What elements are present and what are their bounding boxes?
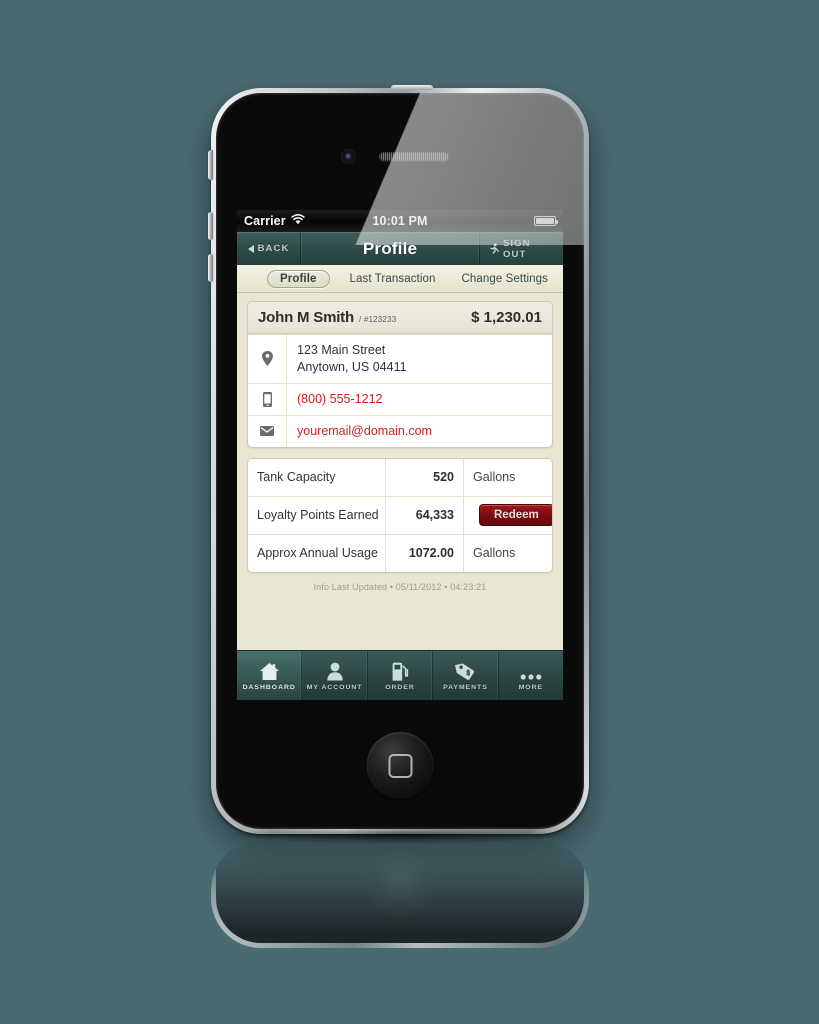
battery-icon: [534, 216, 558, 226]
stat-value: 64,333: [386, 496, 464, 534]
phone-device: Carrier 10:01 PM BACK Profile SIGN OUT P…: [208, 85, 589, 834]
home-square-icon: [388, 753, 412, 778]
bottom-tab-label: DASHBOARD: [242, 684, 296, 691]
profile-content: John M Smith / #123233 $ 1,230.01 123 Ma…: [237, 293, 563, 651]
stat-label: Tank Capacity: [248, 458, 386, 496]
person-icon: [326, 660, 344, 681]
svg-text:$: $: [467, 671, 472, 678]
phone-glass: Carrier 10:01 PM BACK Profile SIGN OUT P…: [216, 93, 584, 829]
tab-change-settings[interactable]: Change Settings: [455, 271, 554, 287]
table-row: Loyalty Points Earned 64,333 Redeem: [248, 495, 552, 534]
phone-row[interactable]: (800) 555-1212: [248, 382, 552, 415]
map-pin-icon: [248, 335, 287, 383]
mobile-phone-icon: [248, 383, 287, 415]
running-man-icon: [489, 242, 499, 255]
sign-out-label: SIGN OUT: [503, 237, 531, 260]
home-button[interactable]: [366, 732, 434, 799]
navigation-bar: BACK Profile SIGN OUT: [237, 232, 563, 265]
address-row: 123 Main Street Anytown, US 04411: [248, 334, 552, 383]
bottom-tab-my-account[interactable]: MY ACCOUNT: [302, 651, 368, 700]
bottom-tab-dashboard[interactable]: DASHBOARD: [237, 651, 303, 700]
stat-label: Loyalty Points Earned: [248, 496, 386, 534]
front-camera-icon: [342, 150, 355, 163]
status-bar: Carrier 10:01 PM: [237, 210, 563, 232]
volume-down-button[interactable]: [208, 254, 213, 282]
customer-card: John M Smith / #123233 $ 1,230.01 123 Ma…: [247, 301, 553, 448]
address-line-2: Anytown, US 04411: [297, 359, 407, 374]
earpiece-speaker-icon: [379, 152, 449, 161]
page-background: Carrier 10:01 PM BACK Profile SIGN OUT P…: [0, 0, 819, 1024]
volume-up-button[interactable]: [208, 212, 213, 240]
stat-unit: Gallons: [473, 470, 516, 484]
email-row[interactable]: youremail@domain.com: [248, 414, 552, 447]
customer-name: John M Smith: [258, 309, 354, 326]
sign-out-button[interactable]: SIGN OUT: [479, 232, 563, 265]
device-reflection: [211, 840, 589, 948]
customer-header: John M Smith / #123233 $ 1,230.01: [248, 302, 552, 334]
envelope-icon: [248, 415, 287, 447]
stats-card: Tank Capacity 520 Gallons Loyalty Points…: [247, 457, 553, 573]
phone-screen: Carrier 10:01 PM BACK Profile SIGN OUT P…: [237, 210, 563, 700]
tab-profile[interactable]: Profile: [267, 269, 330, 288]
carrier-label: Carrier: [244, 214, 286, 228]
customer-id: / #123233: [359, 315, 396, 324]
home-icon: [259, 660, 280, 681]
section-tab-bar: Profile Last Transaction Change Settings: [237, 265, 563, 293]
customer-id-value: #123233: [363, 315, 397, 324]
stat-value: 520: [386, 458, 464, 496]
last-updated-label: Info Last Updated • 05/11/2012 • 04:23:2…: [313, 581, 487, 592]
bottom-tab-label: MY ACCOUNT: [306, 684, 363, 691]
fuel-pump-icon: [391, 660, 409, 681]
silent-switch[interactable]: [208, 150, 213, 180]
address-line-1: 123 Main Street: [297, 343, 386, 357]
status-bar-right: [534, 216, 558, 226]
back-button-label: BACK: [257, 243, 290, 254]
chevron-left-icon: [247, 244, 254, 253]
customer-id-separator: /: [358, 315, 362, 324]
tab-last-transaction[interactable]: Last Transaction: [344, 271, 442, 287]
phone-value[interactable]: (800) 555-1212: [287, 384, 392, 415]
redeem-button[interactable]: Redeem: [479, 504, 552, 526]
ellipsis-icon: [520, 660, 542, 681]
table-row: Approx Annual Usage 1072.00 Gallons: [248, 533, 552, 572]
bottom-tab-label: MORE: [518, 684, 544, 691]
power-button[interactable]: [391, 85, 433, 90]
stat-unit: Gallons: [473, 546, 516, 560]
account-balance: $ 1,230.01: [471, 309, 542, 326]
price-tag-icon: $: [455, 660, 475, 681]
back-button[interactable]: BACK: [237, 232, 301, 265]
stat-value: 1072.00: [386, 534, 464, 572]
email-value[interactable]: youremail@domain.com: [287, 416, 442, 447]
wifi-icon: [291, 214, 305, 228]
stat-label: Approx Annual Usage: [248, 534, 386, 572]
address-value: 123 Main Street Anytown, US 04411: [287, 335, 417, 383]
bottom-tab-label: PAYMENTS: [443, 684, 488, 691]
stat-unit-action: Redeem: [464, 497, 552, 534]
table-row: Tank Capacity 520 Gallons: [248, 458, 552, 496]
bottom-tab-bar: DASHBOARD MY ACCOUNT ORDER $ PAYMENTS MO…: [237, 650, 563, 700]
bottom-tab-more[interactable]: MORE: [499, 651, 563, 700]
bottom-tab-order[interactable]: ORDER: [368, 651, 434, 700]
page-title: Profile: [362, 238, 418, 258]
bottom-tab-payments[interactable]: $ PAYMENTS: [433, 651, 499, 700]
status-bar-left: Carrier: [244, 214, 305, 228]
bottom-tab-label: ORDER: [385, 684, 415, 691]
